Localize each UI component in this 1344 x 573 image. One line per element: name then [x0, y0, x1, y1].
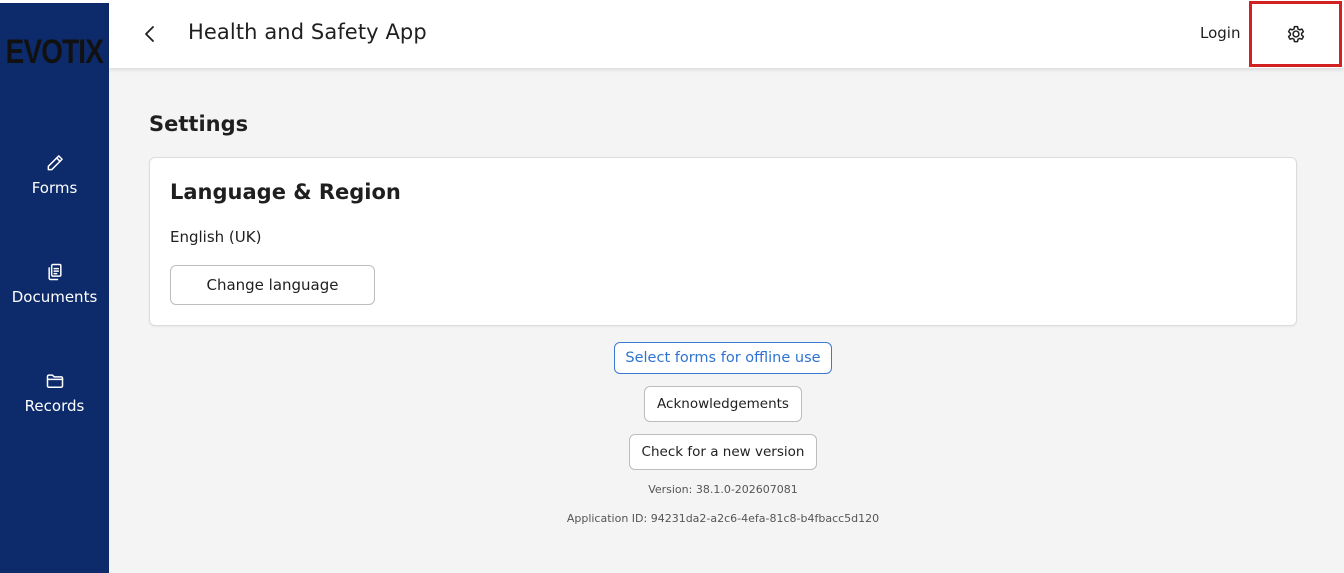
change-language-button[interactable]: Change language [170, 265, 375, 305]
main-content: Settings Language & Region English (UK) … [109, 68, 1344, 573]
login-link[interactable]: Login [1200, 24, 1240, 42]
folder-icon [46, 374, 63, 388]
sidebar-item-label: Forms [31, 179, 78, 197]
application-id-text: Application ID: 94231da2-a2c6-4efa-81c8-… [566, 512, 880, 525]
sidebar-item-label: Documents [11, 288, 98, 306]
acknowledgements-row: Acknowledgements [109, 386, 1337, 422]
logo: EVOTIX [0, 30, 109, 74]
version-row: Version: 38.1.0-202607081 [109, 483, 1337, 496]
version-text: Version: 38.1.0-202607081 [648, 483, 798, 496]
sidebar: EVOTIX Forms Documents Records [0, 3, 109, 573]
sidebar-item-label: Records [24, 397, 85, 415]
application-id-row: Application ID: 94231da2-a2c6-4efa-81c8-… [109, 512, 1337, 525]
check-version-row: Check for a new version [109, 434, 1337, 470]
back-button[interactable] [139, 22, 161, 46]
sidebar-item-records[interactable]: Records [0, 371, 109, 415]
sidebar-item-documents[interactable]: Documents [0, 262, 109, 306]
pencil-icon [47, 155, 63, 171]
card-title: Language & Region [170, 180, 401, 204]
check-version-button[interactable]: Check for a new version [628, 434, 818, 470]
current-language: English (UK) [170, 228, 262, 246]
app-title: Health and Safety App [188, 20, 427, 44]
chevron-left-icon [145, 26, 154, 42]
top-bar: Health and Safety App Login [109, 0, 1344, 68]
gear-icon [1287, 25, 1304, 43]
page-title: Settings [149, 112, 249, 136]
language-region-card: Language & Region English (UK) Change la… [149, 157, 1297, 326]
documents-icon [47, 263, 62, 281]
settings-button[interactable] [1249, 1, 1342, 67]
app-window: EVOTIX Forms Documents Records Health an… [0, 0, 1344, 573]
sidebar-item-forms[interactable]: Forms [0, 153, 109, 197]
acknowledgements-button[interactable]: Acknowledgements [644, 386, 802, 422]
logo-text: EVOTIX [5, 32, 104, 71]
select-offline-forms-button[interactable]: Select forms for offline use [614, 342, 832, 374]
offline-row: Select forms for offline use [109, 342, 1337, 374]
